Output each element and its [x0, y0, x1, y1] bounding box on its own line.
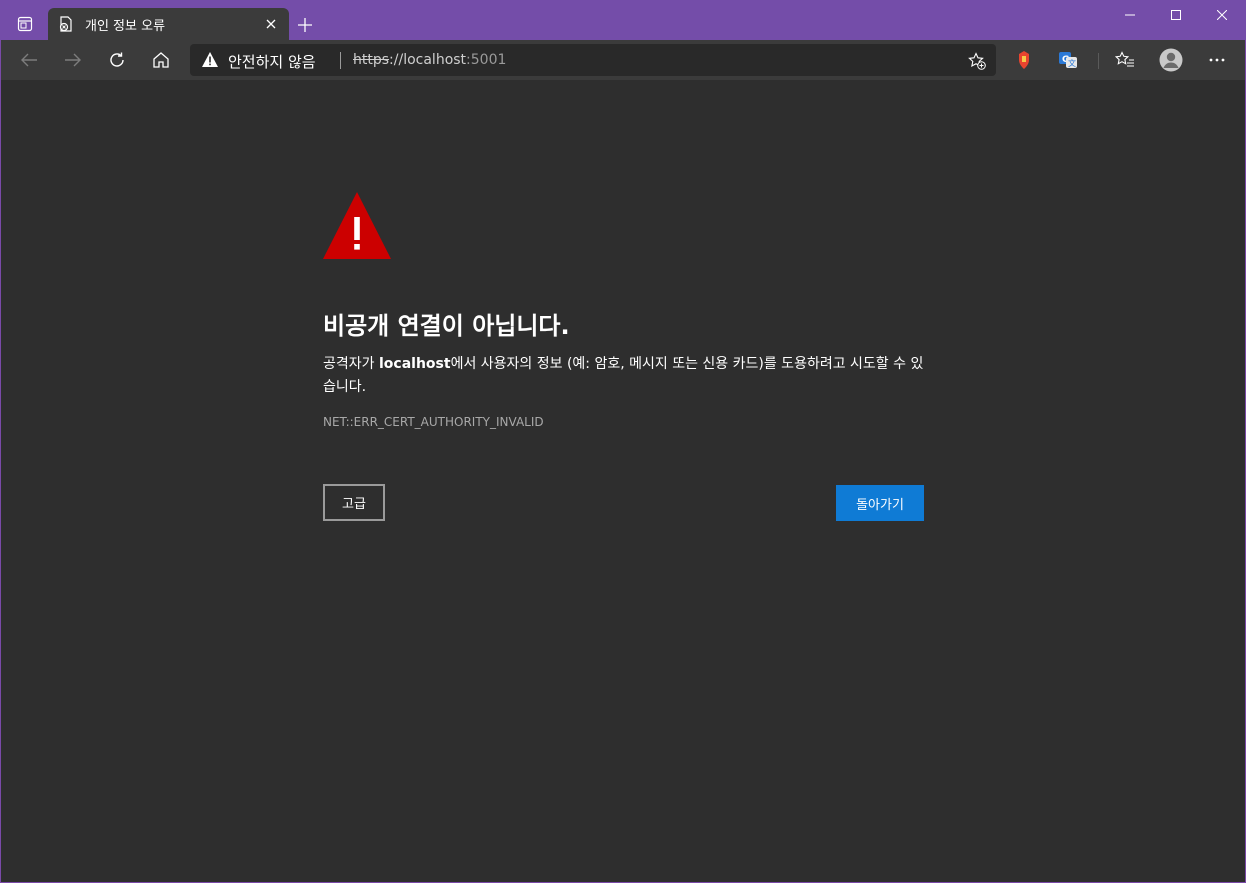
url-host: ://localhost	[389, 52, 467, 68]
home-icon[interactable]	[145, 44, 177, 76]
favorites-list-icon[interactable]	[1109, 44, 1141, 76]
active-tab[interactable]: 개인 정보 오류	[48, 8, 289, 40]
description-host: localhost	[378, 356, 451, 372]
minimize-icon[interactable]	[1107, 0, 1153, 30]
url-port: :5001	[466, 52, 507, 68]
profile-avatar-icon[interactable]	[1155, 44, 1187, 76]
warning-triangle-icon	[323, 192, 391, 263]
refresh-icon[interactable]	[101, 44, 133, 76]
add-favorite-star-icon[interactable]	[966, 50, 988, 72]
extension-icon[interactable]	[1008, 44, 1040, 76]
description-prefix: 공격자가	[323, 356, 379, 372]
error-description: 공격자가 localhost에서 사용자의 정보 (예: 암호, 메시지 또는 …	[323, 353, 925, 399]
tab-title: 개인 정보 오류	[85, 19, 166, 34]
maximize-icon[interactable]	[1153, 0, 1199, 30]
new-tab-icon[interactable]	[292, 12, 318, 38]
svg-text:文: 文	[1068, 58, 1076, 68]
go-back-button[interactable]: 돌아가기	[836, 485, 924, 521]
url-text[interactable]: https://localhost:5001	[353, 52, 506, 68]
url-scheme: https	[353, 52, 390, 68]
forward-arrow-icon[interactable]	[57, 44, 89, 76]
error-code: NET::ERR_CERT_AUTHORITY_INVALID	[323, 415, 544, 429]
tab-close-icon[interactable]	[262, 15, 280, 33]
security-label[interactable]: 안전하지 않음	[228, 51, 316, 72]
more-options-icon[interactable]	[1201, 44, 1233, 76]
close-window-icon[interactable]	[1199, 0, 1245, 30]
toolbar-divider	[1098, 53, 1099, 69]
back-arrow-icon[interactable]	[13, 44, 45, 76]
browser-toolbar: 안전하지 않음 https://localhost:5001 G文	[1, 40, 1245, 80]
address-bar[interactable]: 안전하지 않음 https://localhost:5001	[190, 44, 996, 76]
title-bar: 개인 정보 오류	[0, 0, 1246, 40]
page-content: 비공개 연결이 아닙니다. 공격자가 localhost에서 사용자의 정보 (…	[1, 80, 1245, 882]
address-divider	[340, 52, 341, 69]
tab-actions-icon[interactable]	[8, 8, 42, 40]
page-title: 비공개 연결이 아닙니다.	[323, 312, 570, 340]
page-error-icon	[58, 16, 74, 32]
advanced-button[interactable]: 고급	[323, 484, 385, 521]
translate-extension-icon[interactable]: G文	[1052, 44, 1084, 76]
not-secure-warning-icon[interactable]	[202, 52, 218, 71]
